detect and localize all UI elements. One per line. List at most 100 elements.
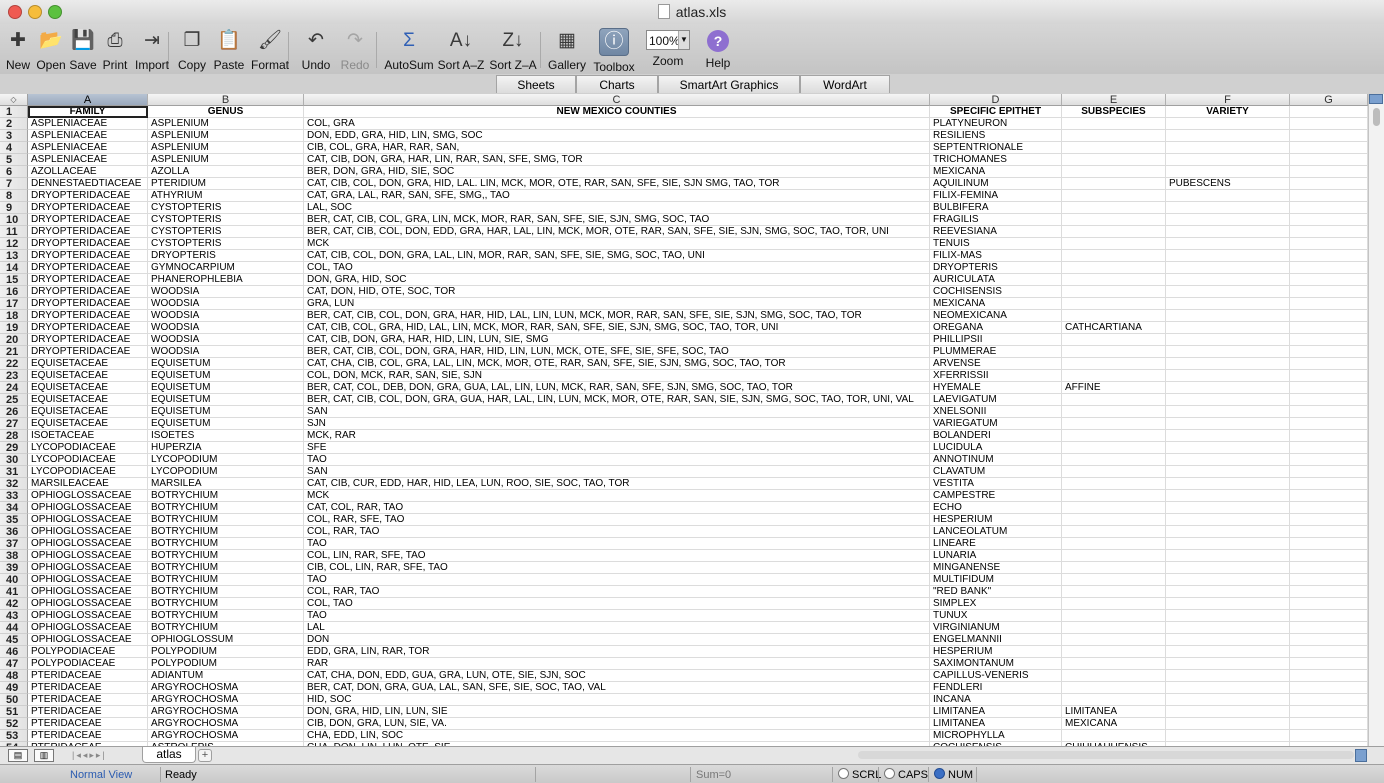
cell[interactable] [1062, 346, 1166, 358]
cell[interactable]: SJN [304, 418, 930, 430]
column-title-cell[interactable]: SPECIFIC EPITHET [930, 106, 1062, 118]
cell[interactable]: OPHIOGLOSSACEAE [28, 562, 148, 574]
cell[interactable] [1166, 706, 1290, 718]
cell[interactable]: TAO [304, 538, 930, 550]
cell[interactable]: DRYOPTERIDACEAE [28, 202, 148, 214]
column-title-cell[interactable]: VARIETY [1166, 106, 1290, 118]
cell[interactable]: WOODSIA [148, 334, 304, 346]
cell[interactable] [1290, 322, 1368, 334]
row-number[interactable]: 22 [0, 358, 28, 370]
row-number[interactable]: 48 [0, 670, 28, 682]
cell[interactable] [1290, 538, 1368, 550]
cell[interactable] [1290, 562, 1368, 574]
cell[interactable]: CAT, COL, RAR, TAO [304, 502, 930, 514]
cell[interactable] [1290, 502, 1368, 514]
cell[interactable]: CATHCARTIANA [1062, 322, 1166, 334]
cell[interactable] [1290, 262, 1368, 274]
cell[interactable] [1290, 670, 1368, 682]
paste-button[interactable]: 📋 Paste [212, 28, 246, 72]
cell[interactable]: DRYOPTERIDACEAE [28, 190, 148, 202]
cell[interactable]: PTERIDACEAE [28, 718, 148, 730]
cell[interactable] [1166, 214, 1290, 226]
cell[interactable]: DRYOPTERIDACEAE [28, 262, 148, 274]
cell[interactable]: COL, DON, MCK, RAR, SAN, SIE, SJN [304, 370, 930, 382]
cell[interactable]: OPHIOGLOSSACEAE [28, 634, 148, 646]
cell[interactable]: BOTRYCHIUM [148, 502, 304, 514]
cell[interactable]: TAO [304, 610, 930, 622]
row-number[interactable]: 27 [0, 418, 28, 430]
cell[interactable] [1062, 694, 1166, 706]
cell[interactable] [1290, 238, 1368, 250]
cell[interactable]: BER, CAT, CIB, COL, DON, GRA, HAR, HID, … [304, 310, 930, 322]
cell[interactable] [1166, 202, 1290, 214]
cell[interactable] [1166, 514, 1290, 526]
row-number[interactable]: 35 [0, 514, 28, 526]
cell[interactable]: CAMPESTRE [930, 490, 1062, 502]
cell[interactable] [1290, 394, 1368, 406]
tab-wordart[interactable]: WordArt [800, 75, 890, 93]
row-number[interactable]: 44 [0, 622, 28, 634]
cell[interactable] [1290, 274, 1368, 286]
cell[interactable] [1290, 190, 1368, 202]
cell[interactable]: ENGELMANNII [930, 634, 1062, 646]
cell[interactable]: ARGYROCHOSMA [148, 682, 304, 694]
cell[interactable]: MARSILEACEAE [28, 478, 148, 490]
cell[interactable] [1166, 622, 1290, 634]
cell[interactable] [1062, 610, 1166, 622]
cell[interactable]: EQUISETUM [148, 370, 304, 382]
sort-z-a-button[interactable]: Z↓ Sort Z–A [488, 28, 538, 72]
cell[interactable] [1166, 478, 1290, 490]
cell[interactable]: AFFINE [1062, 382, 1166, 394]
cell[interactable]: LYCOPODIACEAE [28, 454, 148, 466]
cell[interactable] [1062, 670, 1166, 682]
cell[interactable] [1062, 310, 1166, 322]
cell[interactable]: CAT, DON, HID, OTE, SOC, TOR [304, 286, 930, 298]
cell[interactable] [1062, 586, 1166, 598]
cell[interactable]: CYSTOPTERIS [148, 214, 304, 226]
cell[interactable]: COL, RAR, TAO [304, 586, 930, 598]
cell[interactable]: ANNOTINUM [930, 454, 1062, 466]
cell[interactable]: COCHISENSIS [930, 286, 1062, 298]
cell[interactable]: DON, EDD, GRA, HID, LIN, SMG, SOC [304, 130, 930, 142]
cell[interactable]: BOTRYCHIUM [148, 562, 304, 574]
cell[interactable]: SFE [304, 442, 930, 454]
cell[interactable] [1290, 586, 1368, 598]
row-number[interactable]: 47 [0, 658, 28, 670]
cell[interactable] [1166, 586, 1290, 598]
cell[interactable]: OPHIOGLOSSACEAE [28, 502, 148, 514]
zoom-select[interactable]: 100% ▼ [646, 30, 690, 50]
cell[interactable] [1290, 226, 1368, 238]
cell[interactable]: SAN [304, 406, 930, 418]
cell[interactable]: LINEARE [930, 538, 1062, 550]
cell[interactable]: ADIANTUM [148, 670, 304, 682]
row-number[interactable]: 5 [0, 154, 28, 166]
cell[interactable] [1062, 658, 1166, 670]
cell[interactable] [1166, 646, 1290, 658]
cell[interactable]: MCK [304, 238, 930, 250]
cell[interactable]: ARGYROCHOSMA [148, 718, 304, 730]
cell[interactable]: OPHIOGLOSSACEAE [28, 622, 148, 634]
cell[interactable]: BOTRYCHIUM [148, 514, 304, 526]
row-number[interactable]: 2 [0, 118, 28, 130]
select-all-corner[interactable]: ◇ [0, 94, 28, 106]
cell[interactable]: BER, CAT, COL, DEB, DON, GRA, GUA, LAL, … [304, 382, 930, 394]
cell[interactable] [1166, 346, 1290, 358]
cell[interactable] [1062, 598, 1166, 610]
row-number[interactable]: 7 [0, 178, 28, 190]
row-number[interactable]: 31 [0, 466, 28, 478]
cell[interactable]: COL, LIN, RAR, SFE, TAO [304, 550, 930, 562]
cell[interactable]: LAL [304, 622, 930, 634]
cell[interactable]: HESPERIUM [930, 646, 1062, 658]
row-number[interactable]: 18 [0, 310, 28, 322]
row-number[interactable]: 4 [0, 142, 28, 154]
cell[interactable]: POLYPODIACEAE [28, 646, 148, 658]
cell[interactable] [1290, 694, 1368, 706]
cell[interactable]: CHA, EDD, LIN, SOC [304, 730, 930, 742]
cell[interactable]: FENDLERI [930, 682, 1062, 694]
cell[interactable]: AQUILINUM [930, 178, 1062, 190]
cell[interactable]: BER, CAT, CIB, COL, DON, EDD, GRA, HAR, … [304, 226, 930, 238]
cell[interactable] [1062, 550, 1166, 562]
cell[interactable] [1166, 670, 1290, 682]
cell[interactable]: LUCIDULA [930, 442, 1062, 454]
row-number[interactable]: 1 [0, 106, 28, 118]
